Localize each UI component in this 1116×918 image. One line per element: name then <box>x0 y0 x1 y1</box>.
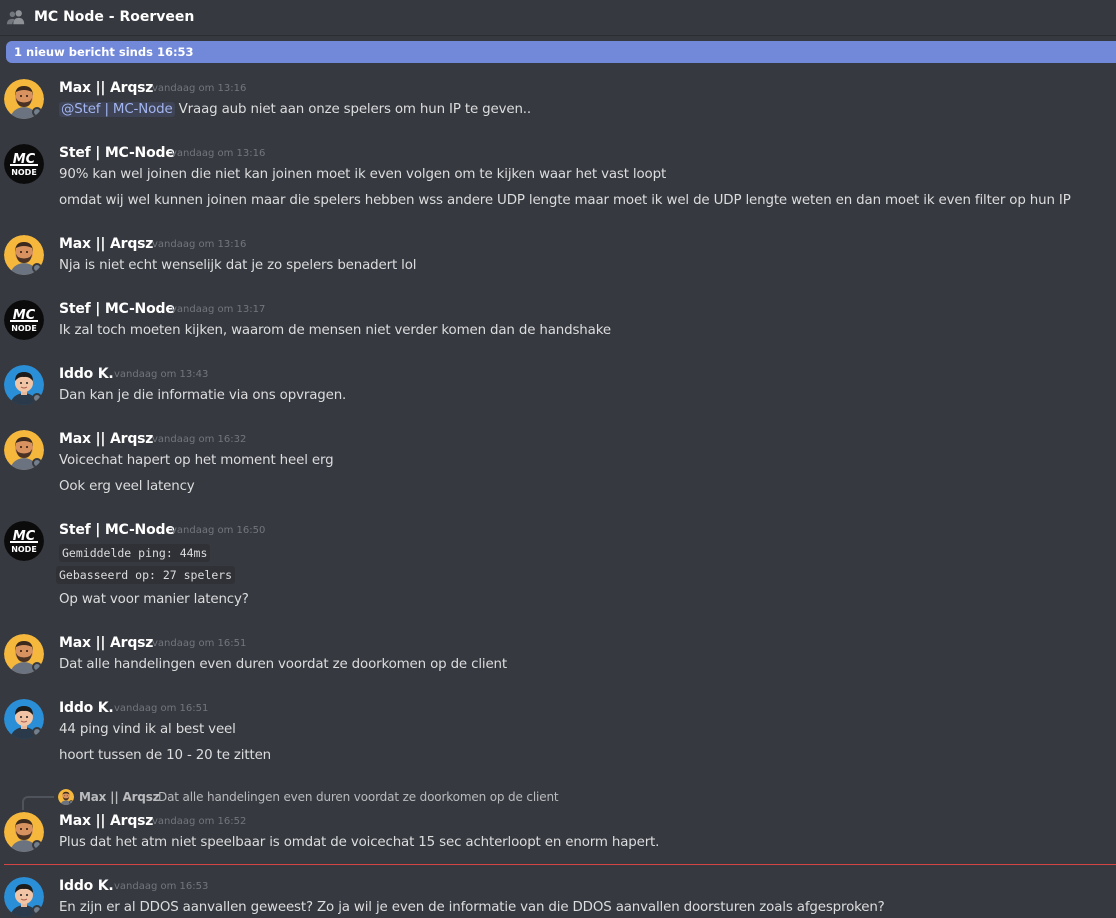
message-text: Plus dat het atm niet speelbaar is omdat… <box>59 835 660 850</box>
message-text: Nja is niet echt wenselijk dat je zo spe… <box>59 258 417 273</box>
inline-code: Gebasseerd op: 27 spelers <box>56 566 236 584</box>
timestamp: vandaag om 13:43 <box>114 369 209 380</box>
username[interactable]: Stef | MC-Node <box>59 143 175 163</box>
avatar[interactable] <box>4 365 44 405</box>
avatar[interactable] <box>4 699 44 739</box>
username[interactable]: Max || Arqsz <box>59 633 153 653</box>
username[interactable]: Stef | MC-Node <box>59 299 175 319</box>
user-mention[interactable]: @Stef | MC-Node <box>59 102 175 117</box>
timestamp: vandaag om 13:16 <box>152 83 247 94</box>
message-text: Dan kan je die informatie via ons opvrag… <box>59 388 347 403</box>
timestamp: vandaag om 13:16 <box>171 148 266 159</box>
username[interactable]: Max || Arqsz <box>59 429 153 449</box>
timestamp: vandaag om 16:50 <box>171 525 266 536</box>
timestamp: vandaag om 13:16 <box>152 239 247 250</box>
message-text: Voicechat hapert op het moment heel erg <box>59 453 334 468</box>
avatar[interactable] <box>4 430 44 470</box>
username[interactable]: Max || Arqsz <box>59 811 153 831</box>
message-text: Op wat voor manier latency? <box>59 592 249 607</box>
username[interactable]: Iddo K. <box>59 364 114 384</box>
username[interactable]: Iddo K. <box>59 698 114 718</box>
avatar[interactable] <box>4 235 44 275</box>
timestamp: vandaag om 16:32 <box>152 434 247 445</box>
username[interactable]: Max || Arqsz <box>59 234 153 254</box>
timestamp: vandaag om 13:17 <box>171 304 266 315</box>
username[interactable]: Max || Arqsz <box>59 78 153 98</box>
message-text: hoort tussen de 10 - 20 te zitten <box>59 748 272 763</box>
reply-author[interactable]: Max || Arqsz <box>79 789 160 805</box>
members-icon[interactable] <box>6 8 26 26</box>
reply-avatar <box>58 789 74 805</box>
channel-header: MC Node - Roerveen <box>0 0 1116 36</box>
avatar[interactable] <box>4 877 44 917</box>
timestamp: vandaag om 16:53 <box>114 881 209 892</box>
avatar[interactable] <box>4 79 44 119</box>
avatar[interactable] <box>4 812 44 852</box>
new-messages-text: 1 nieuw bericht sinds 16:53 <box>14 45 194 59</box>
inline-code: Gemiddelde ping: 44ms <box>59 544 211 562</box>
reply-connector <box>22 796 54 810</box>
avatar[interactable] <box>4 634 44 674</box>
message-text: En zijn er al DDOS aanvallen geweest? Zo… <box>59 900 885 915</box>
message-text: 90% kan wel joinen die niet kan joinen m… <box>59 167 667 182</box>
username[interactable]: Stef | MC-Node <box>59 520 175 540</box>
timestamp: vandaag om 16:52 <box>152 816 247 827</box>
new-messages-divider <box>4 864 1116 865</box>
avatar[interactable] <box>4 144 44 184</box>
username[interactable]: Iddo K. <box>59 876 114 896</box>
avatar[interactable] <box>4 300 44 340</box>
message-text: @Stef | MC-Node Vraag aub niet aan onze … <box>59 102 532 117</box>
message-text: omdat wij wel kunnen joinen maar die spe… <box>59 193 1071 208</box>
avatar[interactable] <box>4 521 44 561</box>
timestamp: vandaag om 16:51 <box>114 703 209 714</box>
message-text: Ook erg veel latency <box>59 479 195 494</box>
reply-preview[interactable]: Dat alle handelingen even duren voordat … <box>158 789 559 805</box>
timestamp: vandaag om 16:51 <box>152 638 247 649</box>
message-text: Ik zal toch moeten kijken, waarom de men… <box>59 323 611 338</box>
message-text: Dat alle handelingen even duren voordat … <box>59 657 507 672</box>
channel-title: MC Node - Roerveen <box>34 9 195 25</box>
message-text: 44 ping vind ik al best veel <box>59 722 236 737</box>
new-messages-banner[interactable]: 1 nieuw bericht sinds 16:53 <box>6 41 1116 63</box>
